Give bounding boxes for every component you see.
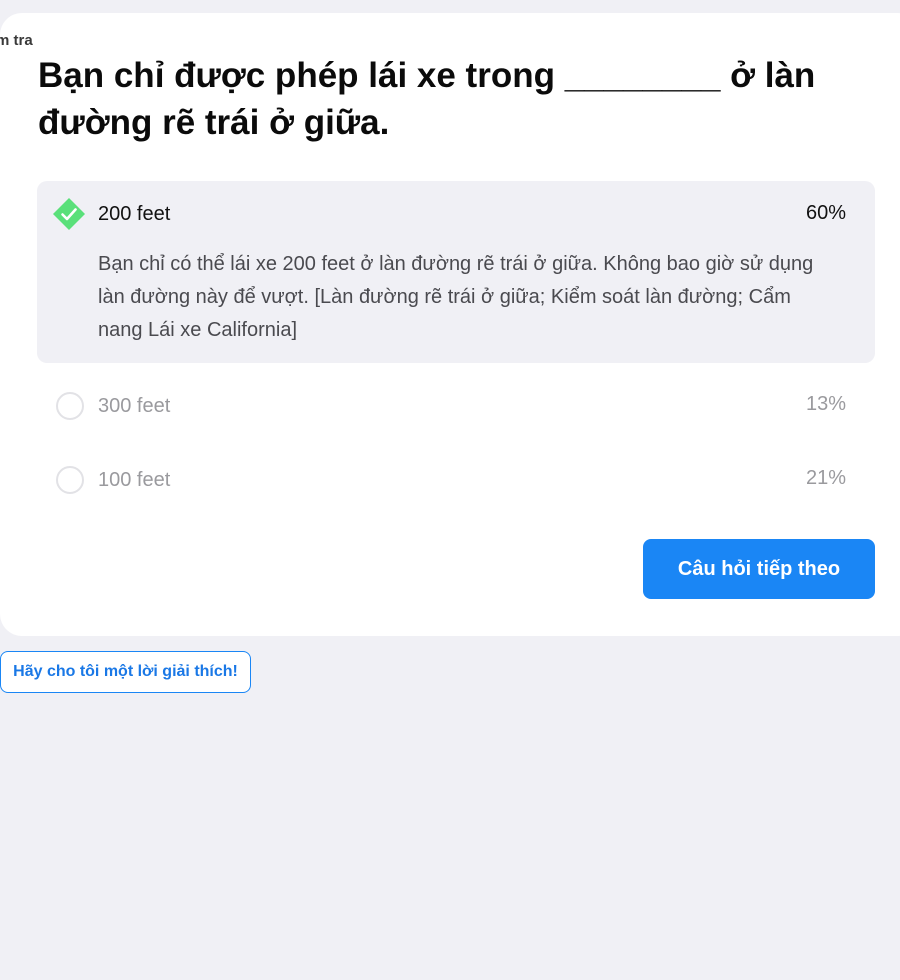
next-question-button[interactable]: Câu hỏi tiếp theo — [643, 539, 875, 599]
answer-option-label[interactable]: 300 feet — [98, 395, 170, 418]
answer-option-percent: 60% — [805, 202, 846, 224]
radio-circle-icon[interactable] — [56, 392, 84, 420]
answer-option-label: 200 feet — [98, 203, 171, 225]
explain-button[interactable]: Hãy cho tôi một lời giải thích! — [0, 651, 251, 693]
answer-explanation: Bạn chỉ có thể lái xe 200 feet ở làn đườ… — [98, 253, 814, 341]
check-diamond-icon — [53, 198, 85, 230]
answer-option-label[interactable]: 100 feet — [98, 469, 170, 492]
radio-circle-icon[interactable] — [56, 466, 84, 494]
question-text: Bạn chỉ được phép lái xe trong ________ … — [38, 56, 816, 142]
answer-option-percent: 13% — [805, 393, 846, 415]
answer-option-percent: 21% — [805, 467, 846, 489]
breadcrumb: m tra — [0, 32, 33, 49]
